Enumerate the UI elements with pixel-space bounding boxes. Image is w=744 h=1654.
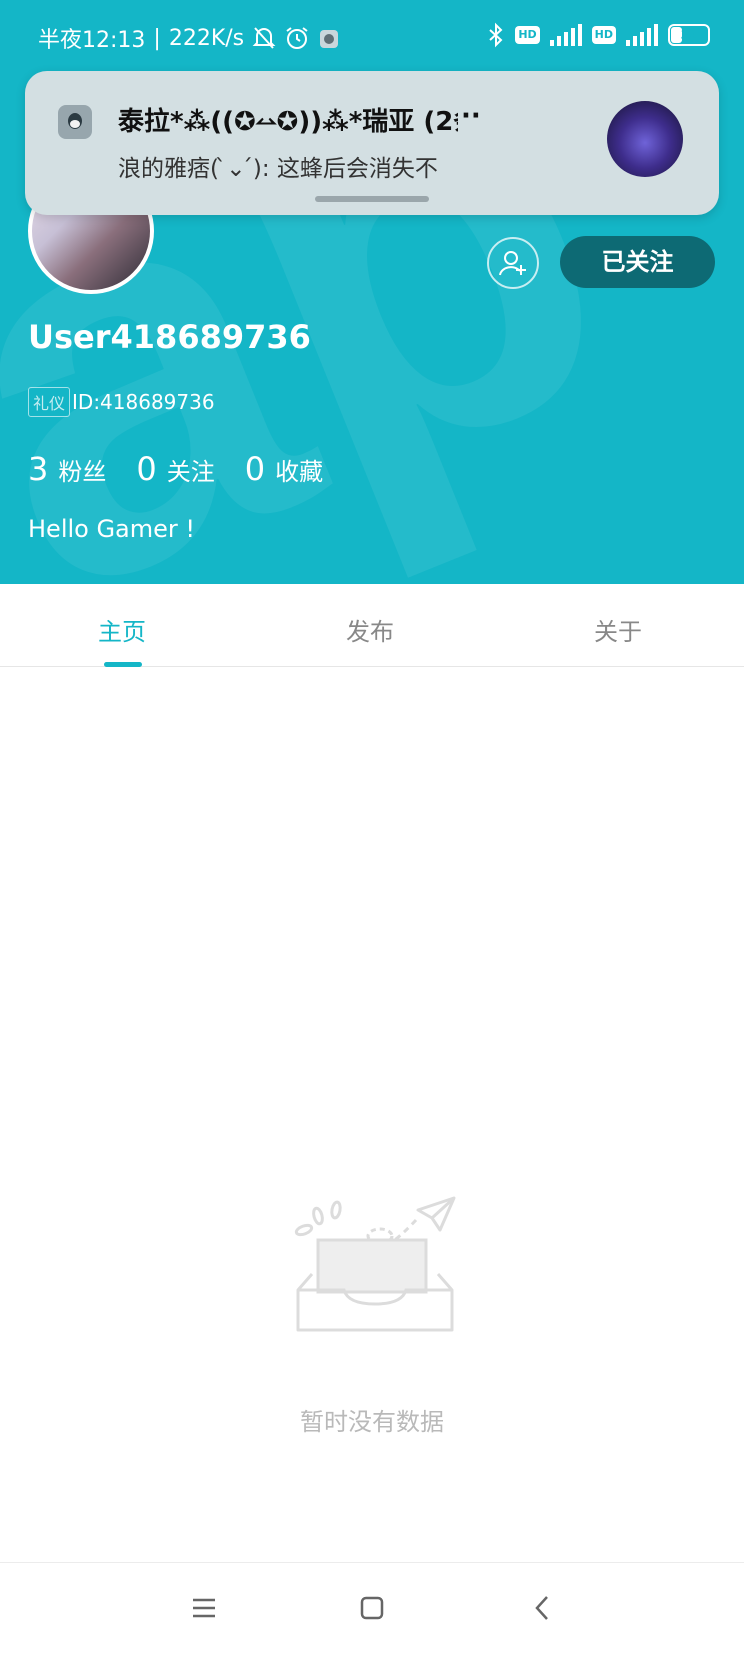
signal-icon xyxy=(626,24,658,46)
battery-icon: 32 xyxy=(668,24,710,46)
notification-avatar xyxy=(607,101,683,177)
bluetooth-icon xyxy=(489,22,503,48)
mute-bell-icon xyxy=(252,27,276,49)
alarm-icon xyxy=(286,27,308,49)
tab-posts[interactable]: 发布 xyxy=(346,612,394,647)
signal-icon xyxy=(549,24,582,46)
notification-body: 浪的雅痞( ̀⌄ ́): 这蜂后会消失不 xyxy=(118,156,438,182)
stat-following-count: 0 xyxy=(136,450,157,488)
add-user-icon xyxy=(499,251,526,276)
etiquette-badge: 礼仪 xyxy=(28,387,71,417)
status-net-speed: 222K/s xyxy=(168,25,245,51)
active-tab-indicator xyxy=(104,662,142,667)
stat-favorites-count: 0 xyxy=(244,450,266,488)
profile-tabs: 主页 发布 关于 xyxy=(0,584,744,667)
app-notification-icon xyxy=(320,30,339,48)
stat-favorites[interactable]: 0 收藏 xyxy=(245,450,323,488)
empty-state-text: 暂时没有数据 xyxy=(300,1408,444,1436)
followed-button[interactable]: 已关注 xyxy=(560,236,715,288)
menu-icon[interactable] xyxy=(187,1591,221,1625)
user-id: ID:418689736 xyxy=(72,390,215,414)
notification-banner[interactable]: 泰拉*⁂((✪⥎✪))⁂*瑞亚 (2条 ·· 浪的雅痞( ̀⌄ ́): 这蜂后会… xyxy=(25,71,719,215)
status-time: 半夜12:13 xyxy=(38,28,146,53)
stat-favorites-label: 收藏 xyxy=(275,458,324,486)
stat-fans-count: 3 xyxy=(28,450,49,488)
qq-app-icon xyxy=(58,105,92,139)
hd-badge-icon: HD xyxy=(515,26,540,44)
empty-inbox-icon xyxy=(294,1196,456,1332)
notification-more: ·· xyxy=(461,101,481,131)
status-separator: | xyxy=(153,25,161,51)
battery-level: 32 xyxy=(680,28,698,42)
tab-about[interactable]: 关于 xyxy=(594,612,642,647)
stat-following[interactable]: 0 关注 xyxy=(136,450,214,488)
back-icon[interactable] xyxy=(526,1591,560,1625)
stat-fans-label: 粉丝 xyxy=(58,458,107,486)
notification-title: 泰拉*⁂((✪⥎✪))⁂*瑞亚 (2条 xyxy=(118,107,458,137)
stat-fans[interactable]: 3 粉丝 xyxy=(28,450,106,488)
tab-home[interactable]: 主页 xyxy=(98,612,146,647)
profile-bio: Hello Gamer ! xyxy=(28,515,196,543)
notification-handle[interactable] xyxy=(315,196,429,202)
id-row: 礼仪 ID:418689736 xyxy=(28,387,215,417)
hd-badge-icon: HD xyxy=(591,26,616,44)
username: User418689736 xyxy=(28,318,311,356)
home-icon[interactable] xyxy=(355,1591,389,1625)
profile-stats: 3 粉丝 0 关注 0 收藏 xyxy=(28,450,353,488)
stat-following-label: 关注 xyxy=(166,458,215,486)
status-bar: 半夜12:13 | 222K/s HD HD 32 xyxy=(0,0,744,76)
system-nav-bar xyxy=(0,1562,744,1654)
add-friend-button[interactable] xyxy=(487,237,539,289)
